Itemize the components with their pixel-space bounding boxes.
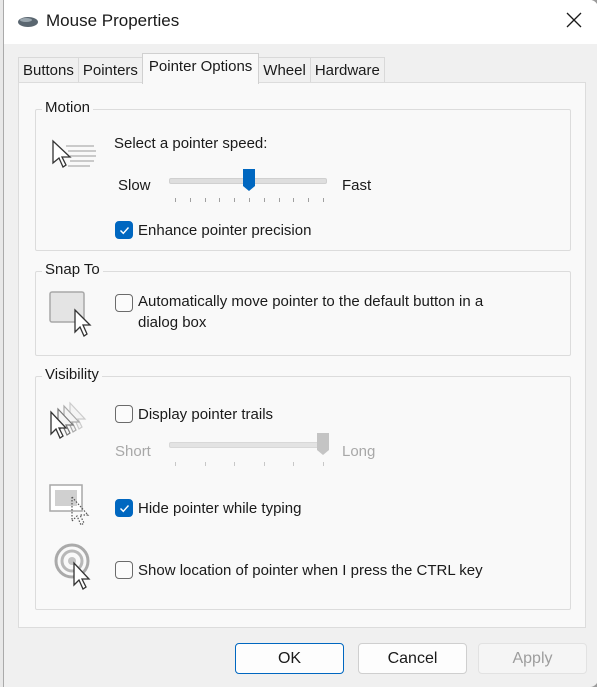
- pointer-trails-icon: [48, 401, 100, 450]
- snap-to-checkbox[interactable]: [115, 294, 133, 312]
- slider-tick: [204, 198, 206, 202]
- slider-tick: [293, 462, 295, 466]
- trails-slider-thumb[interactable]: [316, 432, 330, 456]
- slider-tick: [263, 198, 265, 202]
- tab-hardware[interactable]: Hardware: [309, 57, 385, 84]
- tab-bar: Buttons Pointers Pointer Options Wheel H…: [18, 53, 385, 84]
- window-title: Mouse Properties: [46, 11, 180, 30]
- slider-tick: [204, 462, 206, 466]
- pointer-location-icon: [54, 543, 98, 596]
- tab-wheel[interactable]: Wheel: [258, 57, 311, 84]
- slider-tick: [323, 462, 324, 466]
- show-location-checkbox[interactable]: [115, 561, 133, 579]
- slider-tick: [234, 462, 236, 466]
- slider-tick: [308, 198, 310, 202]
- pointer-speed-icon: [50, 138, 98, 179]
- slider-tick: [189, 198, 191, 202]
- slider-tick: [293, 198, 295, 202]
- snap-to-label-line2: dialog box: [138, 314, 207, 331]
- speed-label: Select a pointer speed:: [114, 135, 268, 152]
- snap-to-label-line1: Automatically move pointer to the defaul…: [138, 293, 484, 310]
- visibility-group: Visibility Display pointer trails Short …: [35, 366, 571, 610]
- close-icon: [566, 12, 582, 33]
- pointer-trails-checkbox[interactable]: [115, 405, 133, 423]
- pointer-options-panel: Motion Select a pointer speed: Slow Fast…: [18, 82, 586, 628]
- short-label: Short: [115, 443, 151, 460]
- enhance-precision-checkbox[interactable]: [115, 221, 133, 239]
- slider-tick: [175, 462, 176, 466]
- long-label: Long: [342, 443, 376, 460]
- pointer-trails-label: Display pointer trails: [138, 406, 274, 423]
- visibility-group-label: Visibility: [42, 366, 102, 383]
- tab-pointers[interactable]: Pointers: [77, 57, 143, 84]
- slider-tick: [175, 198, 176, 202]
- ok-button[interactable]: OK: [235, 643, 344, 674]
- mouse-icon: [17, 15, 39, 33]
- speed-slider-thumb[interactable]: [242, 168, 256, 192]
- slow-label: Slow: [118, 177, 151, 194]
- tab-pointer-options[interactable]: Pointer Options: [141, 53, 260, 84]
- cancel-button[interactable]: Cancel: [358, 643, 467, 674]
- show-location-label: Show location of pointer when I press th…: [138, 562, 483, 579]
- trails-slider-track[interactable]: [169, 442, 327, 448]
- slider-tick: [234, 198, 236, 202]
- hide-while-typing-checkbox[interactable]: [115, 499, 133, 517]
- slider-tick: [323, 198, 324, 202]
- slider-tick: [278, 198, 280, 202]
- snap-to-group: Snap To Automatically move pointer to th…: [35, 261, 571, 356]
- motion-group: Motion Select a pointer speed: Slow Fast…: [35, 99, 571, 251]
- tab-buttons[interactable]: Buttons: [18, 57, 79, 84]
- snap-to-button-icon: [48, 290, 96, 343]
- hide-while-typing-label: Hide pointer while typing: [138, 500, 302, 517]
- slider-tick: [219, 198, 221, 202]
- snap-to-group-label: Snap To: [42, 261, 103, 278]
- slider-tick: [263, 462, 265, 466]
- title-bar: Mouse Properties: [4, 0, 597, 44]
- close-button[interactable]: [550, 0, 597, 44]
- slider-tick: [249, 198, 250, 202]
- apply-button[interactable]: Apply: [478, 643, 587, 674]
- hide-pointer-icon: [48, 483, 96, 532]
- enhance-precision-label: Enhance pointer precision: [138, 222, 312, 239]
- fast-label: Fast: [342, 177, 372, 194]
- mouse-properties-dialog: Mouse Properties Buttons Pointers Pointe…: [3, 0, 597, 687]
- motion-group-label: Motion: [42, 99, 94, 116]
